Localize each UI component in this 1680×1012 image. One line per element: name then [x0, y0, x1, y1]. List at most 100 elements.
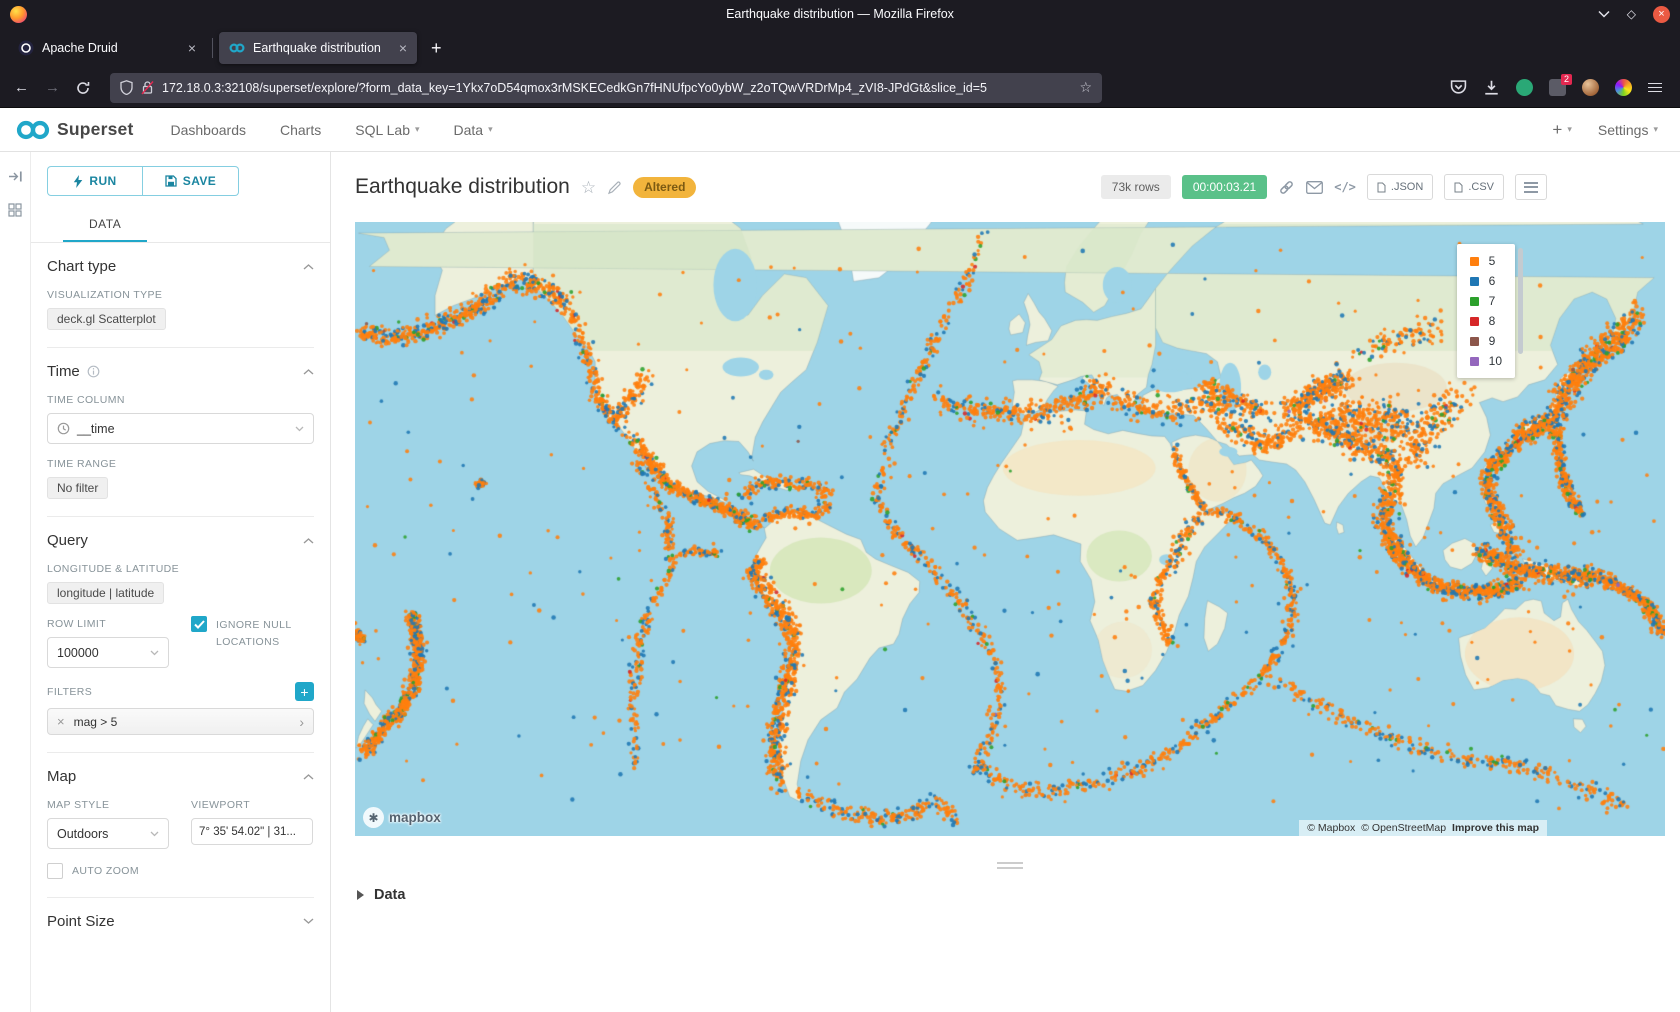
section-header[interactable]: Map: [47, 768, 314, 785]
chevron-down-icon: ▾: [1567, 124, 1572, 135]
downloads-icon[interactable]: [1483, 79, 1500, 96]
section-point-size: Point Size: [47, 898, 314, 947]
datasource-rail: [0, 152, 31, 1012]
altered-badge[interactable]: Altered: [633, 177, 696, 198]
nav-charts[interactable]: Charts: [280, 122, 321, 138]
superset-logo[interactable]: Superset: [14, 118, 134, 142]
forward-button[interactable]: →: [45, 80, 60, 95]
url-field[interactable]: 172.18.0.3:32108/superset/explore/?form_…: [110, 73, 1102, 103]
viewport-label: VIEWPORT: [191, 799, 313, 811]
menu-button[interactable]: [1648, 80, 1662, 95]
expand-panel-icon[interactable]: [8, 170, 23, 183]
chart-area: Earthquake distribution ☆ Altered 73k ro…: [331, 152, 1680, 1012]
export-json-button[interactable]: .JSON: [1367, 174, 1433, 200]
lonlat-label: LONGITUDE & LATITUDE: [47, 563, 314, 575]
new-item-button[interactable]: +▾: [1552, 120, 1571, 140]
lonlat-value[interactable]: longitude | latitude: [47, 582, 164, 604]
embed-code-icon[interactable]: </>: [1334, 180, 1356, 194]
legend-item[interactable]: 8: [1470, 314, 1502, 328]
extension-badge: 2: [1561, 74, 1572, 85]
ignore-null-checkbox-row[interactable]: IGNORE NULL LOCATIONS: [191, 616, 311, 651]
query-timer-badge: 00:00:03.21: [1182, 175, 1267, 199]
browser-tab-druid[interactable]: Apache Druid ×: [8, 32, 206, 64]
section-header[interactable]: Query: [47, 532, 314, 549]
window-close-button[interactable]: ×: [1653, 6, 1670, 23]
new-tab-button[interactable]: +: [431, 38, 442, 59]
chevron-up-icon: [303, 369, 314, 375]
run-button[interactable]: RUN: [47, 166, 143, 196]
share-link-icon[interactable]: [1278, 179, 1295, 196]
email-icon[interactable]: [1306, 181, 1323, 194]
section-header[interactable]: Chart type: [47, 258, 314, 275]
panel-resize-handle[interactable]: [355, 862, 1665, 869]
section-chart-type: Chart type VISUALIZATION TYPE deck.gl Sc…: [47, 243, 314, 348]
attribution-mapbox-link[interactable]: © Mapbox: [1307, 822, 1355, 834]
legend-item[interactable]: 10: [1470, 354, 1502, 368]
chevron-down-icon: ▾: [1653, 124, 1658, 135]
account-avatar-icon[interactable]: [1582, 79, 1599, 96]
remove-filter-icon[interactable]: ×: [57, 714, 65, 729]
time-column-select[interactable]: __time: [47, 413, 314, 444]
tab-data[interactable]: DATA: [63, 208, 147, 242]
legend-item[interactable]: 7: [1470, 294, 1502, 308]
viz-type-value[interactable]: deck.gl Scatterplot: [47, 308, 166, 330]
data-section-header[interactable]: Data: [357, 887, 1680, 903]
bookmark-star-icon[interactable]: ☆: [1079, 79, 1092, 96]
legend-swatch: [1470, 297, 1479, 306]
nav-sql-lab[interactable]: SQL Lab▾: [355, 122, 419, 138]
legend-swatch: [1470, 317, 1479, 326]
extension-icon-3[interactable]: [1615, 79, 1632, 96]
select-caret-icon: [295, 426, 304, 432]
data-section-label: Data: [374, 887, 405, 903]
tab-close-icon[interactable]: ×: [399, 40, 407, 56]
druid-favicon: [18, 40, 34, 56]
auto-zoom-checkbox[interactable]: [47, 863, 63, 879]
back-button[interactable]: ←: [14, 80, 29, 95]
row-limit-label: ROW LIMIT: [47, 618, 169, 630]
extension-icon-1[interactable]: [1516, 79, 1533, 96]
url-text[interactable]: 172.18.0.3:32108/superset/explore/?form_…: [162, 81, 1071, 95]
export-csv-button[interactable]: .CSV: [1444, 174, 1504, 200]
reload-button[interactable]: [76, 81, 90, 95]
dataset-grid-icon[interactable]: [8, 203, 22, 217]
map-style-label: MAP STYLE: [47, 799, 169, 811]
map-style-select[interactable]: Outdoors: [47, 818, 169, 849]
auto-zoom-row[interactable]: AUTO ZOOM: [47, 863, 314, 880]
chart-menu-button[interactable]: [1515, 174, 1547, 200]
tab-close-icon[interactable]: ×: [188, 40, 196, 56]
legend-item[interactable]: 9: [1470, 334, 1502, 348]
legend-item[interactable]: 6: [1470, 274, 1502, 288]
time-range-value[interactable]: No filter: [47, 477, 108, 499]
nav-data[interactable]: Data▾: [454, 122, 493, 138]
window-maximize-icon[interactable]: ◇: [1627, 8, 1636, 20]
mapbox-logo-text: mapbox: [389, 810, 441, 825]
browser-tab-earthquake[interactable]: Earthquake distribution ×: [219, 32, 417, 64]
window-minimize-icon[interactable]: [1598, 10, 1610, 18]
legend-item[interactable]: 5: [1470, 254, 1502, 268]
section-header[interactable]: Time: [47, 363, 314, 380]
filter-chip[interactable]: × mag > 5 ›: [47, 708, 314, 735]
save-button[interactable]: SAVE: [143, 166, 239, 196]
mapbox-logo[interactable]: ✱ mapbox: [363, 807, 441, 828]
viewport-value[interactable]: 7° 35' 54.02" | 31...: [191, 818, 313, 845]
favorite-star-icon[interactable]: ☆: [581, 179, 596, 196]
mapbox-logo-icon: ✱: [363, 807, 384, 828]
file-icon: [1454, 182, 1463, 193]
insecure-lock-icon[interactable]: [141, 80, 154, 95]
row-limit-select[interactable]: 100000: [47, 637, 169, 668]
settings-menu[interactable]: Settings▾: [1598, 122, 1658, 138]
time-column-label: TIME COLUMN: [47, 394, 314, 406]
extension-icon-2[interactable]: 2: [1549, 79, 1566, 96]
tracking-shield-icon[interactable]: [120, 80, 133, 95]
pocket-icon[interactable]: [1450, 79, 1467, 96]
legend-label: 7: [1489, 294, 1496, 308]
chevron-right-icon: ›: [299, 714, 304, 730]
edit-title-icon[interactable]: [607, 180, 622, 195]
legend-scrollbar[interactable]: [1518, 248, 1523, 354]
section-header[interactable]: Point Size: [47, 913, 314, 930]
ignore-null-checkbox[interactable]: [191, 616, 207, 632]
attribution-improve-link[interactable]: Improve this map: [1452, 822, 1539, 834]
attribution-osm-link[interactable]: © OpenStreetMap: [1361, 822, 1446, 834]
nav-dashboards[interactable]: Dashboards: [171, 122, 247, 138]
add-filter-button[interactable]: +: [295, 682, 314, 701]
